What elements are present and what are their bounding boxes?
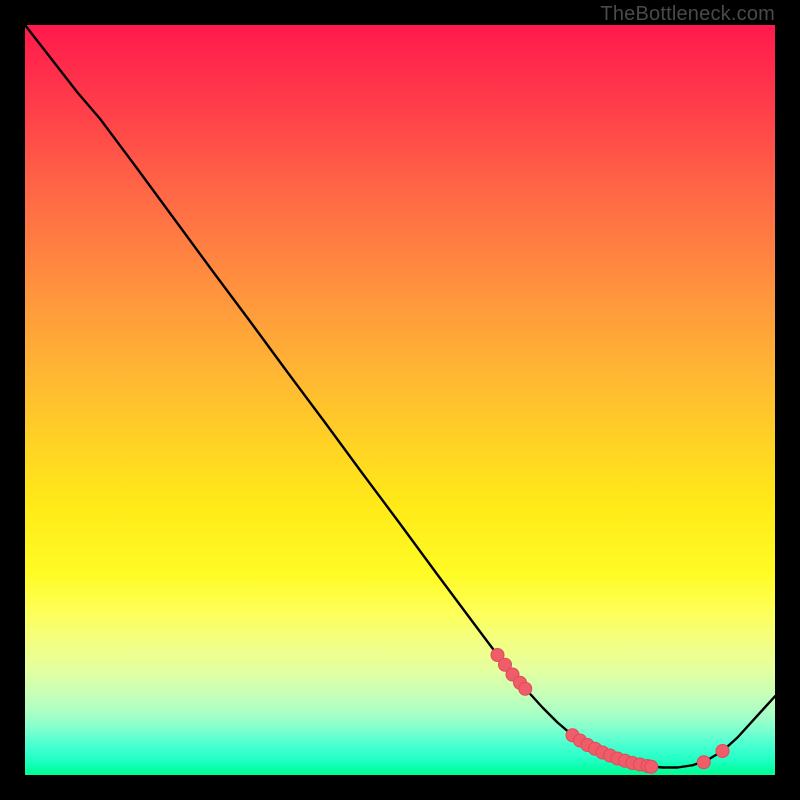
chart-svg xyxy=(25,25,775,775)
curve-marker xyxy=(697,756,710,769)
curve-marker xyxy=(645,760,658,773)
watermark-label: TheBottleneck.com xyxy=(600,3,775,26)
curve-markers xyxy=(491,649,729,774)
chart-frame: TheBottleneck.com xyxy=(0,0,800,800)
curve-marker xyxy=(519,682,532,695)
curve-marker xyxy=(716,745,729,758)
plot-area: TheBottleneck.com xyxy=(25,25,775,775)
bottleneck-curve xyxy=(25,25,775,768)
